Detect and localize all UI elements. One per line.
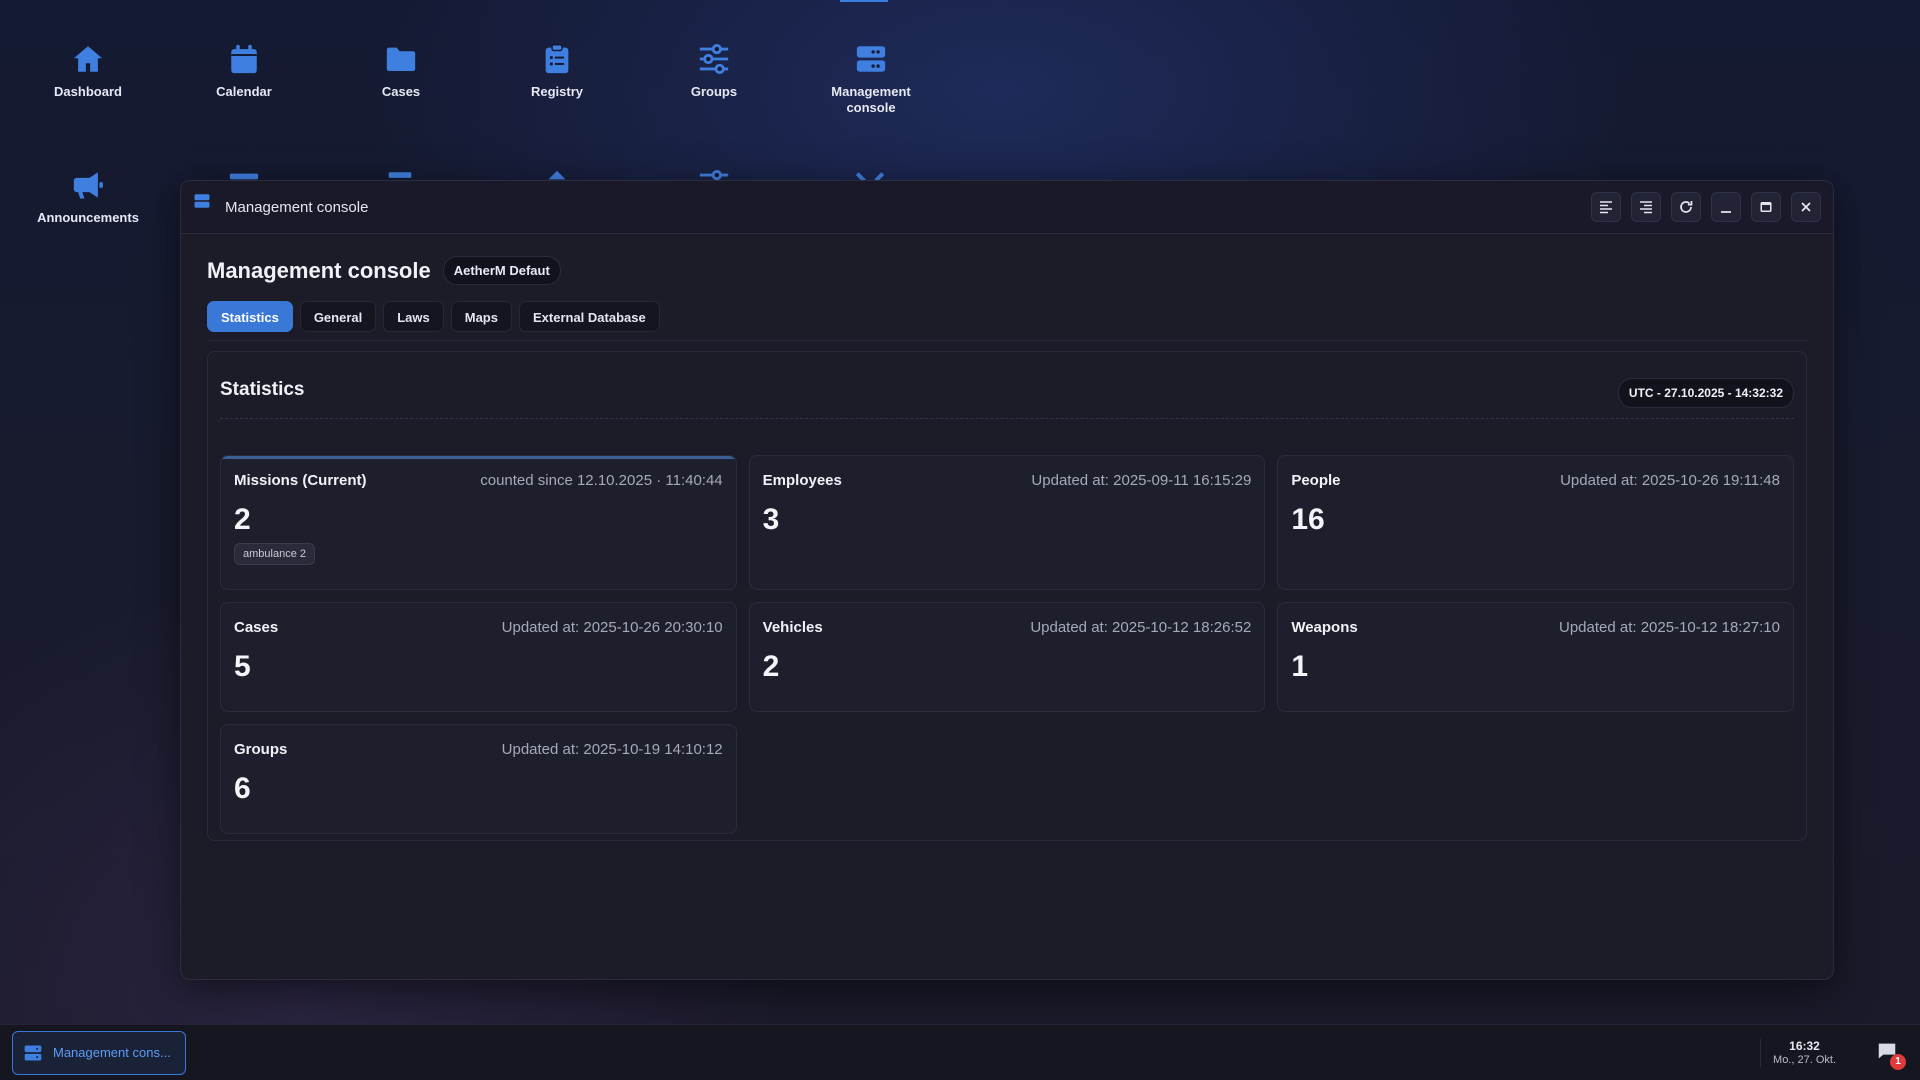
card-value: 2 [234, 503, 251, 536]
taskbar-clock[interactable]: 16:32 Mo., 27. Okt. [1760, 1038, 1836, 1067]
stat-card-vehicles: Vehicles Updated at: 2025-10-12 18:26:52… [748, 602, 1266, 712]
desktop-icon-label: Calendar [216, 84, 272, 99]
window-titlebar[interactable]: Management console [181, 181, 1833, 234]
stat-card-employees: Employees Updated at: 2025-09-11 16:15:2… [748, 455, 1266, 590]
tab-maps[interactable]: Maps [450, 301, 512, 332]
desktop-icon-registry[interactable]: Registry [497, 42, 617, 100]
card-title: People [1291, 472, 1341, 489]
card-value: 2 [762, 650, 780, 683]
card-title: Cases [234, 619, 279, 636]
close-icon [1801, 202, 1811, 212]
home-icon [73, 46, 103, 72]
statistics-grid: Missions (Current) counted since 12.10.2… [220, 455, 1794, 834]
maximize-icon [1760, 202, 1772, 212]
desktop-icon-label: Management console [831, 84, 911, 115]
clock-time: 16:32 [1789, 1038, 1820, 1053]
mission-tag: ambulance 2 [234, 543, 315, 565]
desktop-icon-announcements[interactable]: Announcements [28, 168, 148, 226]
card-title: Vehicles [762, 619, 823, 636]
top-accent-bar [840, 0, 888, 2]
server-icon [194, 194, 210, 208]
refresh-button[interactable] [1671, 192, 1701, 222]
management-console-window: Management console Management console Ae… [180, 180, 1834, 980]
server-icon [856, 46, 886, 72]
desktop-icon-groups[interactable]: Groups [654, 42, 774, 100]
window-content: Management console AetherM Defaut Statis… [181, 234, 1833, 861]
window-title: Management console [225, 198, 369, 216]
desktop-icon-management-console[interactable]: Management console [811, 42, 931, 116]
snap-right-button[interactable] [1631, 192, 1661, 222]
card-meta: Updated at: 2025-10-26 20:30:10 [501, 619, 723, 636]
notifications-button[interactable]: 1 [1876, 1040, 1906, 1070]
folder-icon [386, 47, 416, 72]
refresh-icon [1680, 201, 1693, 213]
close-button[interactable] [1791, 192, 1821, 222]
card-value: 3 [762, 503, 780, 536]
desktop-icon-cases[interactable]: Cases [341, 42, 461, 100]
desktop-icon-label: Dashboard [54, 84, 122, 99]
card-value: 16 [1291, 503, 1325, 536]
stat-card-people: People Updated at: 2025-10-26 19:11:48 1… [1277, 455, 1794, 590]
calendar-icon [231, 44, 257, 74]
page-title: Management console [207, 257, 431, 283]
card-meta: Updated at: 2025-10-12 18:27:10 [1558, 619, 1780, 636]
card-meta: Updated at: 2025-10-19 14:10:12 [501, 741, 723, 758]
taskbar-item-management-console[interactable]: Management cons... [12, 1030, 186, 1075]
card-value: 5 [234, 650, 251, 683]
taskbar-item-label: Management cons... [53, 1045, 171, 1060]
desktop-icon-label: Cases [381, 84, 421, 99]
stat-card-weapons: Weapons Updated at: 2025-10-12 18:27:10 … [1277, 602, 1794, 712]
card-title: Employees [762, 472, 842, 489]
card-title: Groups [234, 741, 288, 758]
stat-card-cases: Cases Updated at: 2025-10-26 20:30:10 5 [220, 602, 737, 712]
align-right-icon [1640, 201, 1652, 214]
tab-external-database[interactable]: External Database [518, 301, 660, 332]
snap-left-button[interactable] [1591, 192, 1621, 222]
stat-card-groups: Groups Updated at: 2025-10-19 14:10:12 6 [220, 724, 737, 834]
sliders-icon [699, 43, 729, 75]
megaphone-icon [73, 172, 103, 199]
clock-date: Mo., 27. Okt. [1773, 1053, 1836, 1066]
card-title: Weapons [1291, 619, 1358, 636]
card-meta: Updated at: 2025-09-11 16:15:29 [1031, 472, 1252, 489]
desktop-icon-calendar[interactable]: Calendar [184, 42, 304, 100]
tab-bar: Statistics General Laws Maps External Da… [207, 301, 1807, 341]
card-meta: counted since 12.10.2025 · 11:40:44 [480, 472, 723, 489]
window-controls [1591, 192, 1821, 222]
utc-timestamp: UTC - 27.10.2025 - 14:32:32 [1617, 378, 1794, 408]
card-value: 6 [234, 772, 251, 805]
tab-statistics[interactable]: Statistics [207, 301, 293, 332]
statistics-title: Statistics [220, 379, 305, 400]
statistics-panel: Statistics UTC - 27.10.2025 - 14:32:32 M… [207, 351, 1807, 841]
minimize-icon [1721, 211, 1731, 213]
card-meta: Updated at: 2025-10-12 18:26:52 [1030, 619, 1252, 636]
maximize-button[interactable] [1751, 192, 1781, 222]
tab-general[interactable]: General [299, 301, 377, 332]
tab-laws[interactable]: Laws [383, 301, 444, 332]
notification-count: 1 [1890, 1053, 1906, 1070]
desktop-icon-label: Announcements [37, 210, 139, 225]
desktop-icon-label: Registry [530, 84, 584, 99]
card-value: 1 [1291, 650, 1309, 683]
server-icon [24, 1045, 42, 1060]
align-left-icon [1600, 201, 1612, 214]
instance-badge: AetherM Defaut [442, 256, 561, 285]
desktop-icon-dashboard[interactable]: Dashboard [28, 42, 148, 100]
desktop-icon-label: Groups [690, 84, 738, 99]
minimize-button[interactable] [1711, 192, 1741, 222]
taskbar: Management cons... 16:32 Mo., 27. Okt. 1 [0, 1024, 1920, 1080]
card-accent [221, 456, 736, 459]
clipboard-icon [545, 44, 569, 74]
card-title: Missions (Current) [234, 472, 367, 489]
card-meta: Updated at: 2025-10-26 19:11:48 [1560, 472, 1780, 489]
stat-card-missions: Missions (Current) counted since 12.10.2… [220, 455, 737, 590]
